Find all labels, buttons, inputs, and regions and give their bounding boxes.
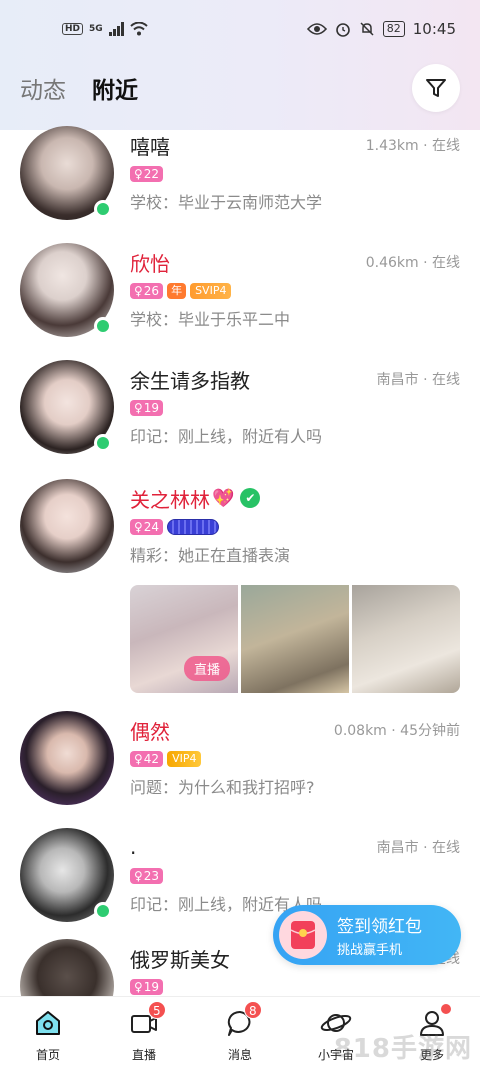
- network-type: 5G: [89, 24, 103, 34]
- vip-badge: VIP4: [167, 751, 202, 767]
- list-item[interactable]: 欣怡 0.46km · 在线 ♀ 26 年 SVIP4 学校：毕业于乐平二中: [0, 237, 480, 347]
- eye-icon: [306, 23, 327, 35]
- list-item[interactable]: 偶然 0.08km · 45分钟前 ♀ 42 VIP4 问题：为什么和我打招呼?: [0, 705, 480, 815]
- age-tag: ♀ 26: [130, 283, 164, 299]
- user-photo[interactable]: [241, 585, 349, 693]
- home-icon: [32, 1007, 64, 1039]
- user-name: .: [130, 835, 137, 859]
- avatar[interactable]: [20, 126, 114, 220]
- female-icon: ♀: [134, 980, 143, 994]
- online-indicator: [94, 200, 112, 218]
- online-indicator: [94, 317, 112, 335]
- tab-nearby[interactable]: 附近: [92, 71, 138, 105]
- user-description: 印记：刚上线，附近有人吗: [130, 427, 323, 446]
- live-photo[interactable]: 直播: [130, 585, 238, 693]
- avatar[interactable]: [20, 479, 114, 573]
- user-distance-status: 南昌市 · 在线: [376, 840, 460, 856]
- online-indicator: [94, 902, 112, 920]
- status-bar: HD 5G 82 10:45: [0, 0, 480, 58]
- female-icon: ♀: [134, 869, 143, 883]
- user-name: 欣怡: [130, 251, 170, 276]
- age-tag: ♀ 22: [130, 166, 164, 182]
- user-distance-status: 1.43km · 在线: [365, 138, 460, 154]
- age-tag: ♀ 19: [130, 400, 164, 416]
- user-photo[interactable]: [352, 585, 460, 693]
- female-icon: ♀: [134, 520, 143, 534]
- age-tag: ♀ 24: [130, 519, 164, 535]
- red-packet-subtitle: 挑战赢手机: [337, 943, 403, 958]
- user-name: 嘻嘻: [130, 134, 170, 159]
- hd-badge: HD: [62, 23, 84, 35]
- female-icon: ♀: [134, 752, 143, 766]
- signal-icon: [108, 22, 124, 36]
- notification-dot: [439, 1003, 452, 1015]
- top-tabs: 动态 附近: [0, 58, 480, 118]
- nav-live[interactable]: 5 直播: [96, 997, 192, 1067]
- avatar[interactable]: [20, 939, 114, 996]
- user-description: 学校：毕业于云南师范大学: [130, 193, 323, 212]
- list-item[interactable]: 嘻嘻 1.43km · 在线 ♀ 22 学校：毕业于云南师范大学: [0, 120, 480, 230]
- user-distance-status: 0.46km · 在线: [365, 255, 460, 271]
- red-packet-button[interactable]: 签到领红包 挑战赢手机: [273, 905, 461, 965]
- verified-icon: ✔: [240, 488, 261, 508]
- user-distance-status: 南昌市 · 在线: [376, 372, 460, 388]
- nav-label: 消息: [227, 1048, 252, 1062]
- tab-feed[interactable]: 动态: [20, 71, 66, 105]
- mute-icon: [360, 22, 374, 36]
- user-name: 余生请多指教: [130, 368, 250, 393]
- age-tag: ♀ 23: [130, 868, 164, 884]
- age-value: 26: [143, 284, 160, 298]
- nav-label: 直播: [131, 1048, 156, 1062]
- age-tag: ♀ 42: [130, 751, 164, 767]
- annual-tag: 年: [167, 283, 187, 299]
- avatar[interactable]: [20, 360, 114, 454]
- avatar[interactable]: [20, 828, 114, 922]
- wifi-icon: [130, 22, 148, 36]
- age-value: 42: [143, 752, 160, 766]
- age-value: 23: [143, 869, 160, 883]
- red-packet-icon: [279, 911, 327, 959]
- red-packet-title: 签到领红包: [337, 917, 422, 937]
- female-icon: ♀: [134, 284, 143, 298]
- nav-messages[interactable]: 8 消息: [192, 997, 288, 1067]
- filter-icon: [426, 79, 446, 97]
- user-description: 问题：为什么和我打招呼?: [130, 778, 315, 797]
- age-value: 19: [143, 401, 160, 415]
- avatar[interactable]: [20, 711, 114, 805]
- live-label: 直播: [184, 656, 231, 681]
- clock: 10:45: [412, 20, 456, 38]
- list-item[interactable]: 关之林林 💖 ✔ ♀ 24 精彩：她正在直播表演 直播: [0, 473, 480, 695]
- online-indicator: [94, 434, 112, 452]
- level-badge: [167, 519, 220, 535]
- svip-badge: SVIP4: [190, 283, 232, 299]
- user-distance-status: 0.08km · 45分钟前: [333, 723, 460, 739]
- alarm-icon: [335, 23, 350, 37]
- list-item[interactable]: 余生请多指教 南昌市 · 在线 ♀ 19 印记：刚上线，附近有人吗: [0, 354, 480, 464]
- watermark: 818手游网: [333, 1034, 472, 1064]
- nav-home[interactable]: 首页: [0, 997, 96, 1067]
- battery-indicator: 82: [382, 21, 405, 37]
- age-value: 24: [143, 520, 160, 534]
- age-tag: ♀ 19: [130, 979, 164, 995]
- user-description: 学校：毕业于乐平二中: [130, 310, 291, 329]
- user-name: 关之林林: [130, 487, 210, 512]
- filter-button[interactable]: [412, 64, 460, 112]
- user-name: 俄罗斯美女: [130, 947, 230, 972]
- age-value: 19: [143, 980, 160, 994]
- nav-label: 首页: [35, 1048, 60, 1062]
- avatar[interactable]: [20, 243, 114, 337]
- notification-badge: 8: [243, 1001, 262, 1019]
- user-name: 偶然: [130, 719, 170, 744]
- photo-gallery: 直播: [130, 585, 460, 693]
- heart-icon: 💖: [212, 487, 235, 509]
- notification-badge: 5: [147, 1001, 166, 1019]
- age-value: 22: [143, 167, 160, 181]
- user-description: 精彩：她正在直播表演: [130, 546, 291, 565]
- female-icon: ♀: [134, 401, 143, 415]
- female-icon: ♀: [134, 167, 143, 181]
